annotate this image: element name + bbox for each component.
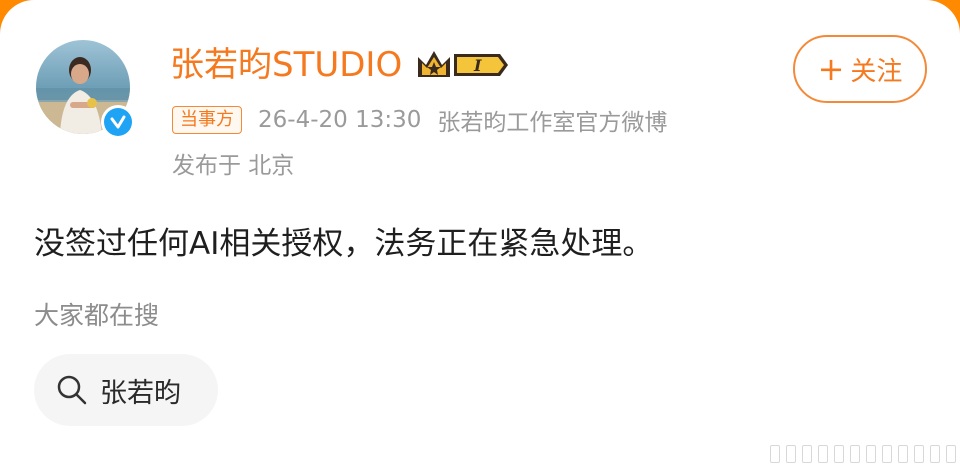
post-content: 没签过任何AI相关授权，法务正在紧急处理。: [34, 226, 654, 262]
watermark-mark: [770, 445, 960, 463]
vip-level-text: I: [473, 56, 482, 75]
trending-search-chip[interactable]: 张若昀: [34, 354, 218, 426]
trending-search-label: 大家都在搜: [34, 301, 160, 330]
weibo-post-card: 张若昀STUDIO I + 关注 当事方 26-4-20 13:30 张若昀工作…: [0, 0, 960, 475]
search-term: 张若昀: [100, 377, 181, 409]
name-row: 张若昀STUDIO I: [170, 42, 512, 88]
follow-button[interactable]: + 关注: [793, 35, 927, 103]
user-name[interactable]: 张若昀STUDIO: [170, 42, 402, 88]
post-timestamp[interactable]: 26-4-20 13:30: [258, 107, 421, 133]
vip-badge[interactable]: I: [416, 47, 512, 83]
crown-icon: I: [418, 51, 509, 77]
post-location: 发布于 北京: [172, 153, 295, 179]
post-source: 张若昀工作室官方微博: [437, 110, 668, 136]
meta-row: 当事方 26-4-20 13:30 张若昀工作室官方微博: [172, 102, 667, 138]
follow-label: 关注: [850, 56, 903, 87]
verified-badge: [101, 105, 135, 139]
search-icon: [57, 375, 87, 405]
verified-check-icon: [110, 115, 126, 129]
screen: 张若昀STUDIO I + 关注 当事方 26-4-20 13:30 张若昀工作…: [0, 0, 960, 475]
plus-icon: +: [817, 50, 845, 88]
party-tag: 当事方: [172, 106, 242, 134]
